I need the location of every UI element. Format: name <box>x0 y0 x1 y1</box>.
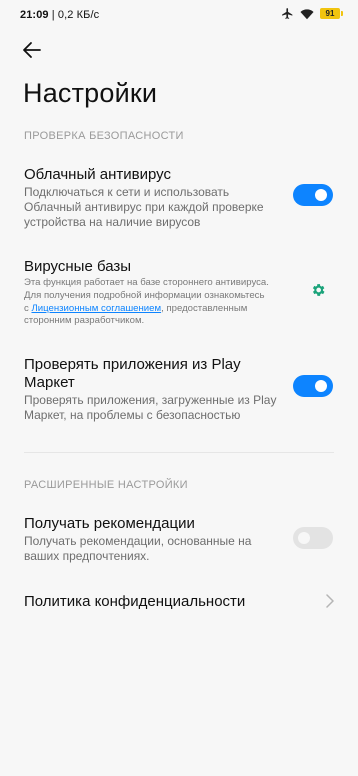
gear-icon[interactable] <box>310 282 326 298</box>
setting-privacy-policy[interactable]: Политика конфиденциальности <box>0 586 358 616</box>
status-network-speed: 0,2 КБ/с <box>57 9 100 21</box>
play-check-description-line-2: Маркет, на проблемы с безопасностью <box>24 408 241 422</box>
virus-db-description-line-2: Для получения подробной информации ознак… <box>24 290 265 301</box>
toggle-knob <box>315 189 327 201</box>
back-arrow-icon[interactable] <box>20 38 44 62</box>
license-agreement-link[interactable]: Лицензионным соглашением <box>31 303 161 314</box>
privacy-policy-title: Политика конфиденциальности <box>24 593 246 610</box>
setting-play-market-check[interactable]: Проверять приложения из Play Маркет Пров… <box>0 350 358 422</box>
battery-level: 91 <box>325 9 335 18</box>
setting-cloud-antivirus[interactable]: Облачный антивирус Подключаться к сети и… <box>0 160 358 232</box>
virus-db-description-line-3: с Лицензионным соглашением, предоставлен… <box>24 303 248 314</box>
status-bar: 21:09 | 0,2 КБ/с 91 <box>0 0 358 30</box>
status-icons: 91 <box>281 7 343 20</box>
battery-icon: 91 <box>320 8 343 19</box>
virus-db-description-line-4: сторонним разработчиком. <box>24 315 145 326</box>
status-time: 21:09 <box>20 9 49 21</box>
virus-db-title: Вирусные базы <box>24 258 132 275</box>
airplane-icon <box>282 8 293 19</box>
section-header-security: ПРОВЕРКА БЕЗОПАСНОСТИ <box>24 130 184 142</box>
status-left: 21:09 | 0,2 КБ/с <box>20 9 100 21</box>
recommendations-description-line-1: Получать рекомендации, основанные на <box>24 534 252 548</box>
cloud-antivirus-description-line-1: Подключаться к сети и использовать <box>24 185 230 199</box>
recommendations-title: Получать рекомендации <box>24 515 195 532</box>
cloud-antivirus-description-line-3: устройства на наличие вирусов <box>24 215 201 229</box>
play-check-description-line-1: Проверять приложения, загруженные из Pla… <box>24 393 277 407</box>
divider <box>24 452 334 453</box>
setting-virus-databases[interactable]: Вирусные базы Эта функция работает на ба… <box>0 252 358 332</box>
recommendations-description-line-2: ваших предпочтениях. <box>24 549 150 563</box>
cloud-antivirus-description-line-2: Облачный антивирус при каждой проверке <box>24 200 264 214</box>
play-check-title-line-1: Проверять приложения из Play <box>24 356 241 373</box>
cloud-antivirus-toggle[interactable] <box>293 184 333 206</box>
cloud-antivirus-title: Облачный антивирус <box>24 166 172 183</box>
recommendations-toggle[interactable] <box>293 527 333 549</box>
chevron-right-icon <box>326 594 334 608</box>
play-check-title-line-2: Маркет <box>24 374 75 391</box>
toggle-knob <box>298 532 310 544</box>
setting-recommendations[interactable]: Получать рекомендации Получать рекоменда… <box>0 510 358 566</box>
wifi-icon <box>300 8 314 19</box>
section-header-advanced: РАСШИРЕННЫЕ НАСТРОЙКИ <box>24 479 188 491</box>
toggle-knob <box>315 380 327 392</box>
play-check-toggle[interactable] <box>293 375 333 397</box>
virus-db-description-line-1: Эта функция работает на базе стороннего … <box>24 277 269 288</box>
page-title: Настройки <box>23 78 158 108</box>
